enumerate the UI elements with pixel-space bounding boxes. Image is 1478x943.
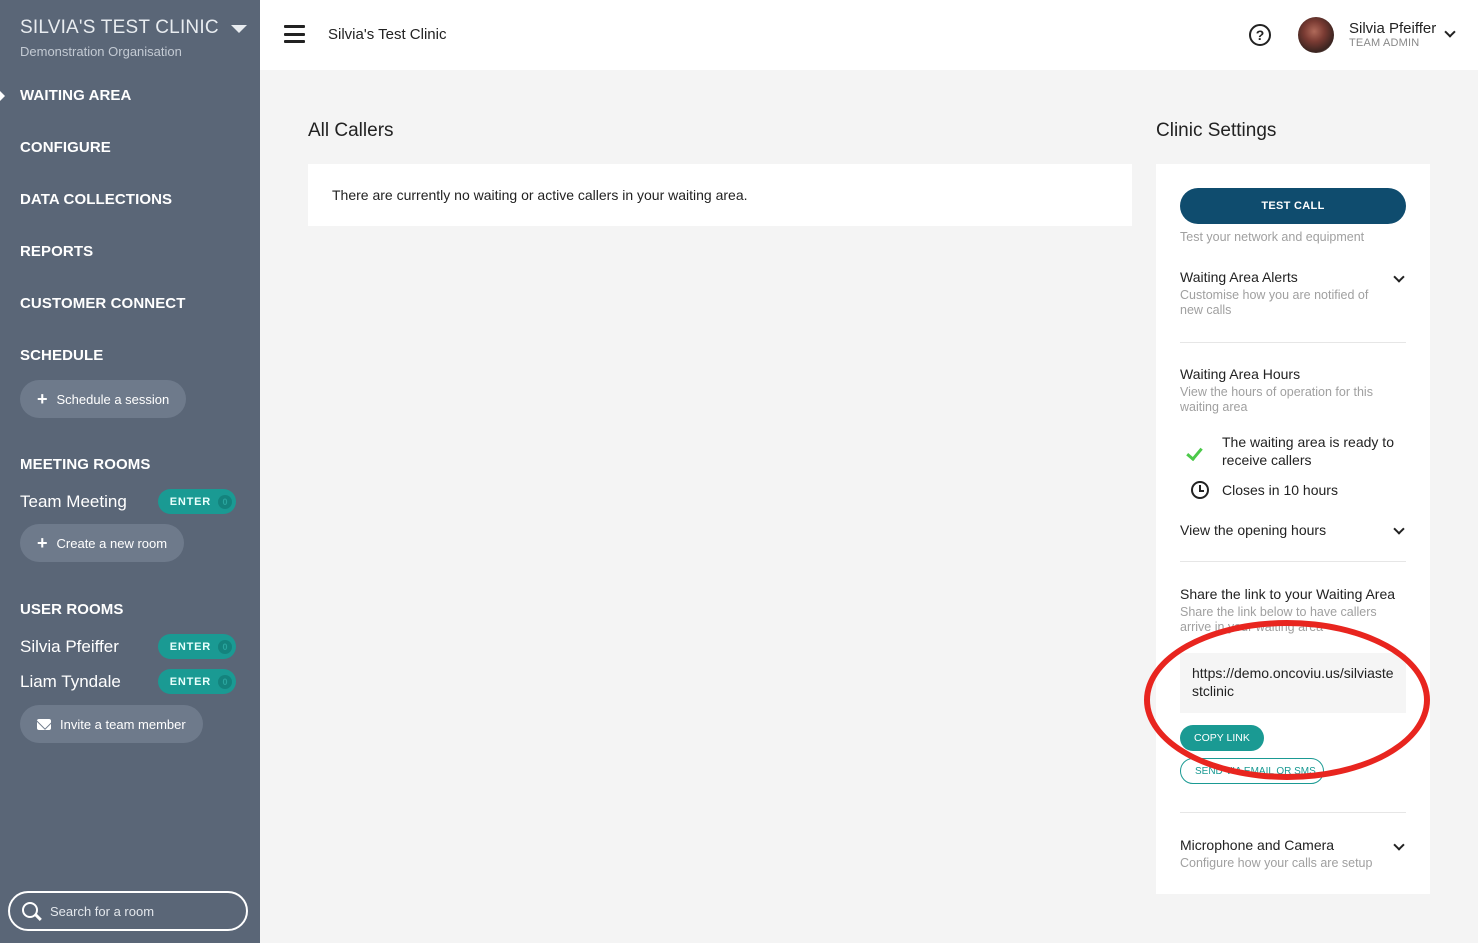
clinic-settings-panel: TEST CALL Test your network and equipmen… — [1156, 164, 1430, 894]
test-call-description: Test your network and equipment — [1180, 230, 1365, 244]
search-icon — [22, 901, 38, 918]
share-link-description: Share the link below to have callers arr… — [1180, 605, 1377, 634]
callers-panel: There are currently no waiting or active… — [308, 164, 1132, 226]
plus-icon: + — [37, 389, 48, 409]
share-link-title: Share the link to your Waiting Area — [1180, 586, 1396, 602]
hours-title: Waiting Area Hours — [1180, 366, 1301, 382]
top-bar: Silvia's Test Clinic ? Silvia Pfeiffer T… — [260, 0, 1478, 70]
meeting-room-row: Team Meeting ENTER 0 — [20, 489, 236, 514]
nav-reports[interactable]: REPORTS — [20, 243, 93, 260]
callers-title: All Callers — [308, 120, 394, 141]
enter-room-button[interactable]: ENTER 0 — [157, 634, 236, 659]
invite-member-label: Invite a team member — [60, 716, 186, 732]
meeting-rooms-heading: MEETING ROOMS — [20, 456, 151, 473]
menu-icon[interactable] — [284, 25, 305, 43]
hours-description: View the hours of operation for this wai… — [1180, 385, 1373, 414]
search-input[interactable] — [50, 903, 230, 919]
chevron-down-icon[interactable] — [1393, 523, 1405, 535]
alerts-title[interactable]: Waiting Area Alerts — [1180, 269, 1298, 285]
ready-status: The waiting area is ready to receive cal… — [1222, 434, 1394, 468]
nav-waiting-area[interactable]: WAITING AREA — [20, 87, 131, 104]
chevron-down-icon[interactable] — [1393, 839, 1405, 851]
divider — [1180, 561, 1406, 562]
user-rooms-heading: USER ROOMS — [20, 601, 124, 618]
enter-room-button[interactable]: ENTER 0 — [157, 669, 236, 694]
help-icon[interactable]: ? — [1249, 24, 1271, 46]
user-name[interactable]: Silvia Pfeiffer — [1349, 20, 1436, 37]
mail-icon — [37, 718, 51, 730]
copy-link-button[interactable]: COPY LINK — [1180, 725, 1264, 751]
mic-camera-description: Configure how your calls are setup — [1180, 856, 1373, 870]
avatar[interactable] — [1298, 17, 1334, 53]
org-subtitle: Demonstration Organisation — [20, 44, 182, 59]
nav-customer-connect[interactable]: CUSTOMER CONNECT — [20, 295, 186, 312]
waiting-count-badge: 0 — [218, 674, 232, 689]
enter-room-button[interactable]: ENTER 0 — [157, 489, 236, 514]
enter-label: ENTER — [169, 640, 211, 653]
divider — [1180, 812, 1406, 813]
user-role: TEAM ADMIN — [1349, 37, 1420, 49]
check-icon — [1186, 443, 1203, 462]
nav-configure[interactable]: CONFIGURE — [20, 139, 111, 156]
clinic-title: Silvia's Test Clinic — [328, 26, 447, 43]
send-email-sms-button[interactable]: SEND VIA EMAIL OR SMS — [1180, 758, 1324, 784]
sidebar: SILVIA'S TEST CLINIC Demonstration Organ… — [0, 0, 260, 943]
org-switcher[interactable]: SILVIA'S TEST CLINIC Demonstration Organ… — [20, 17, 247, 59]
divider — [1180, 342, 1406, 343]
create-room-button[interactable]: + Create a new room — [20, 524, 185, 562]
waiting-count-badge: 0 — [218, 494, 232, 509]
closing-status: Closes in 10 hours — [1222, 482, 1338, 498]
plus-icon: + — [37, 533, 48, 553]
user-room-row: Silvia Pfeiffer ENTER 0 — [20, 634, 236, 659]
chevron-down-icon[interactable] — [1444, 26, 1456, 38]
settings-title: Clinic Settings — [1156, 120, 1277, 141]
enter-label: ENTER — [169, 675, 211, 688]
test-call-button[interactable]: TEST CALL — [1180, 188, 1406, 224]
room-search[interactable] — [8, 891, 248, 931]
invite-member-button[interactable]: Invite a team member — [20, 705, 203, 743]
chevron-down-icon[interactable] — [1393, 271, 1405, 283]
room-name: Team Meeting — [20, 491, 127, 511]
active-nav-indicator-icon — [0, 91, 5, 101]
schedule-session-button[interactable]: + Schedule a session — [20, 380, 187, 418]
org-name: SILVIA'S TEST CLINIC — [20, 17, 219, 38]
room-name: Silvia Pfeiffer — [20, 636, 119, 656]
caret-down-icon[interactable] — [230, 25, 247, 33]
mic-camera-title[interactable]: Microphone and Camera — [1180, 837, 1334, 853]
clock-icon — [1191, 481, 1209, 499]
create-room-label: Create a new room — [56, 535, 168, 551]
opening-hours-toggle[interactable]: View the opening hours — [1180, 521, 1326, 539]
schedule-session-label: Schedule a session — [56, 391, 170, 407]
waiting-area-link[interactable]: https://demo.oncoviu.us/silviastestclini… — [1180, 653, 1406, 713]
alerts-description: Customise how you are notified of new ca… — [1180, 288, 1369, 317]
enter-label: ENTER — [169, 495, 211, 508]
nav-schedule[interactable]: SCHEDULE — [20, 347, 103, 364]
user-room-row: Liam Tyndale ENTER 0 — [20, 669, 236, 694]
nav-data-collections[interactable]: DATA COLLECTIONS — [20, 191, 172, 208]
waiting-count-badge: 0 — [218, 639, 232, 654]
empty-state-message: There are currently no waiting or active… — [332, 187, 748, 203]
room-name: Liam Tyndale — [20, 671, 121, 691]
